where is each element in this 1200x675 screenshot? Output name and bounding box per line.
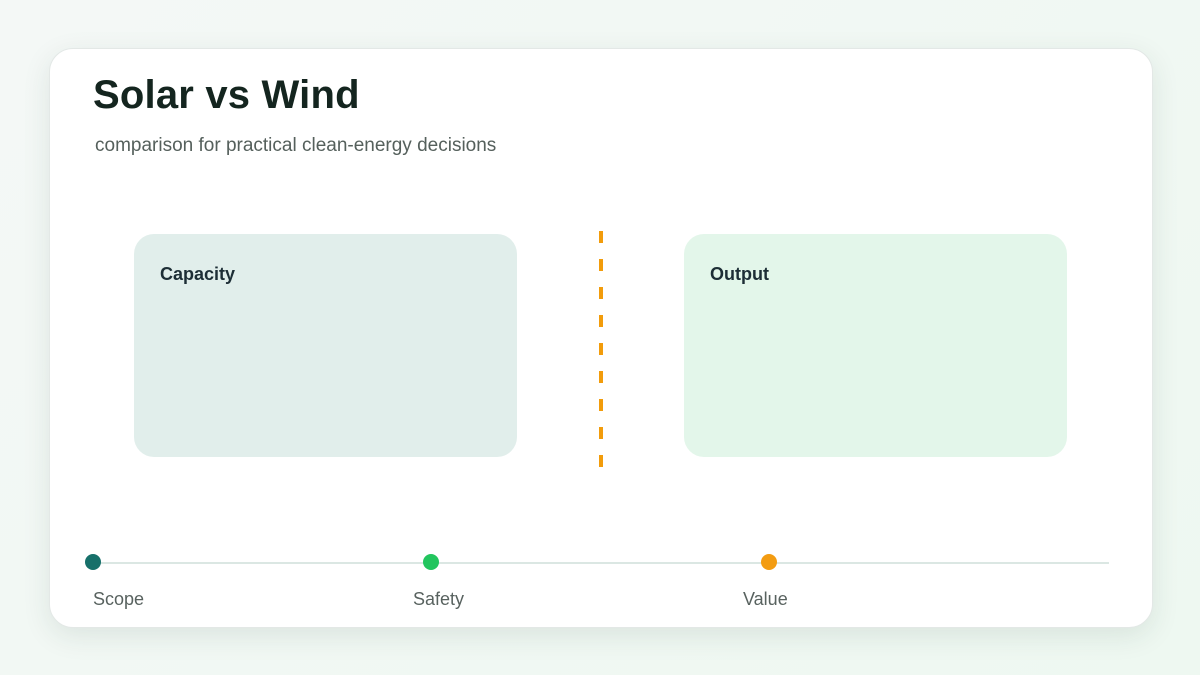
comparison-card: Solar vs Wind comparison for practical c… bbox=[49, 48, 1153, 628]
timeline-label-value: Value bbox=[743, 589, 788, 609]
dashed-divider bbox=[599, 231, 603, 467]
timeline-label-safety: Safety bbox=[413, 589, 465, 609]
capacity-panel: Capacity bbox=[134, 234, 517, 457]
capacity-panel-label: Capacity bbox=[160, 264, 236, 284]
timeline-dot-safety bbox=[423, 554, 439, 570]
page-subtitle: comparison for practical clean-energy de… bbox=[95, 135, 497, 156]
timeline-track bbox=[93, 562, 1109, 564]
timeline-dot-value bbox=[761, 554, 777, 570]
output-panel: Output bbox=[684, 234, 1067, 457]
timeline-dot-scope bbox=[85, 554, 101, 570]
output-panel-label: Output bbox=[710, 264, 769, 284]
page-title: Solar vs Wind bbox=[93, 73, 360, 117]
timeline-label-scope: Scope bbox=[93, 589, 145, 609]
